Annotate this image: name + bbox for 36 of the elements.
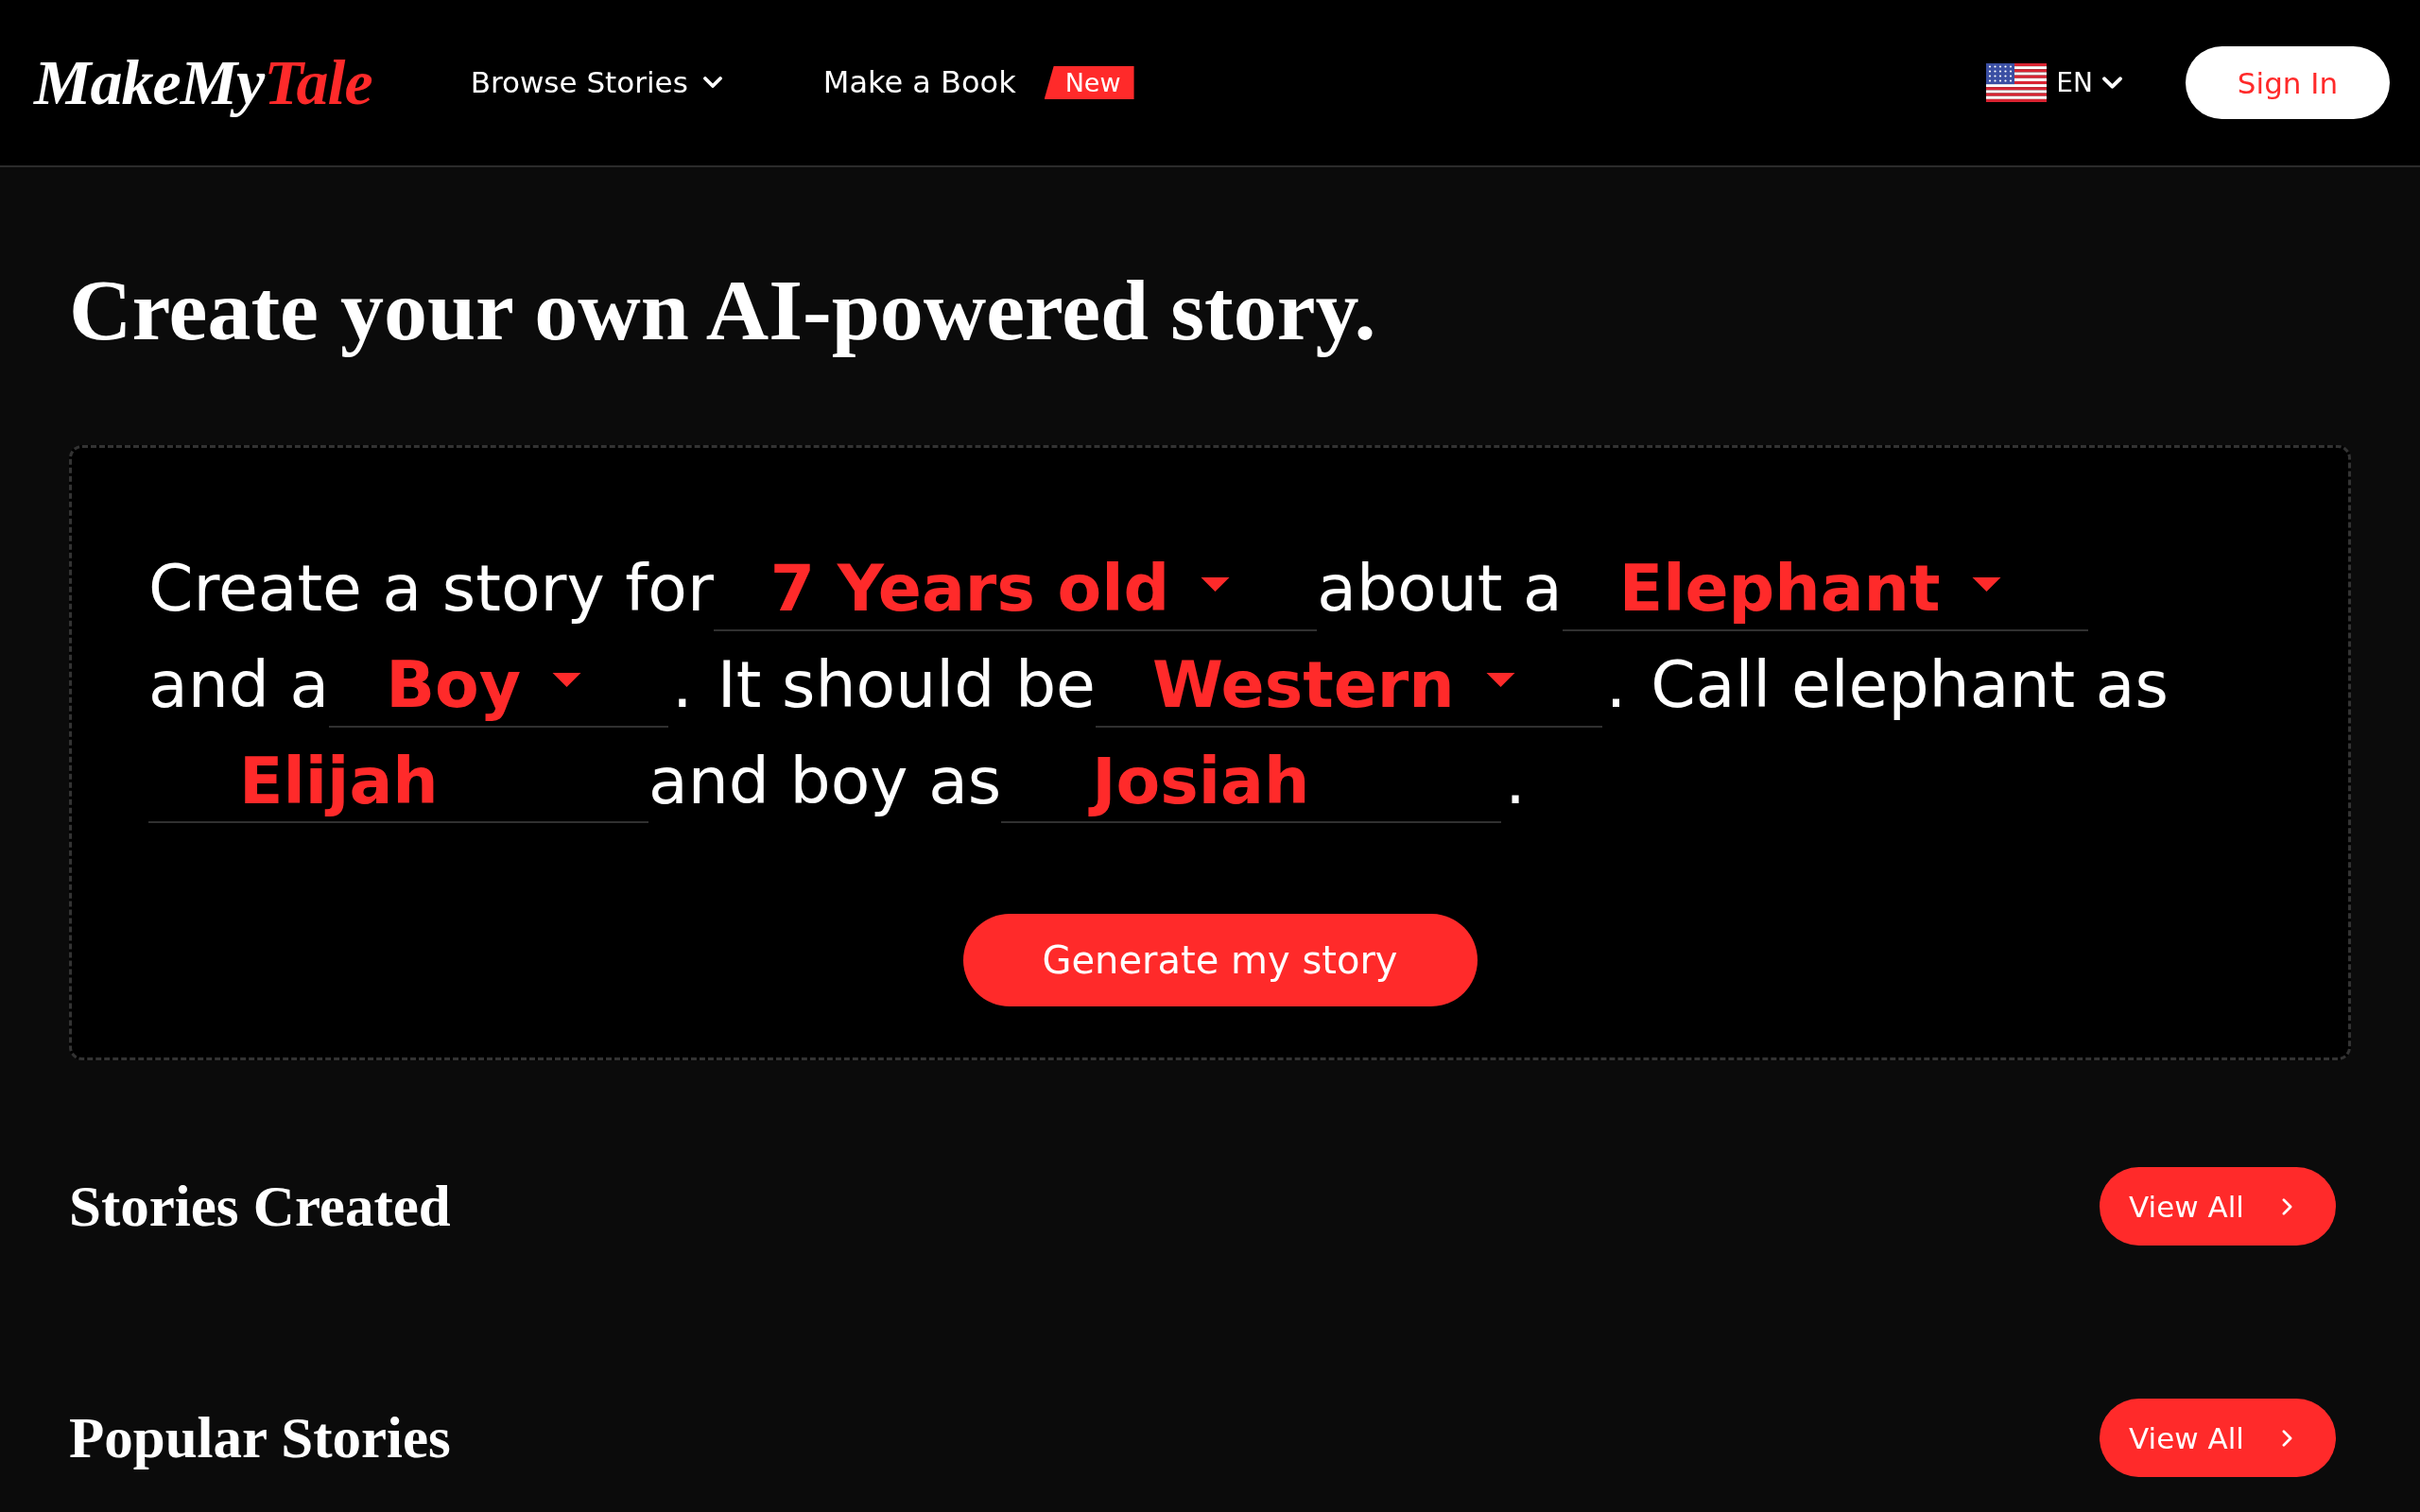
prompt-text: and boy as — [648, 742, 1002, 820]
name-input[interactable]: Josiah — [1001, 742, 1502, 824]
prompt-text: and a — [148, 646, 330, 724]
dropdown-select[interactable]: Elephant — [1562, 550, 2088, 631]
page-title: Create your own AI-powered story. — [69, 261, 1376, 360]
view-all-button[interactable]: View All — [2100, 1399, 2336, 1478]
new-badge: New — [1044, 66, 1134, 99]
caret-down-icon — [1485, 673, 1515, 688]
section-title: Popular Stories — [69, 1405, 451, 1472]
caret-down-icon — [1201, 576, 1231, 592]
logo[interactable]: MakeMyTale — [34, 45, 372, 120]
name-input[interactable]: Elijah — [148, 742, 648, 824]
chevron-right-icon — [2281, 1429, 2292, 1447]
dropdown-select[interactable]: 7 Years old — [713, 550, 1318, 631]
chevron-down-icon — [2102, 77, 2122, 89]
chevron-down-icon — [702, 77, 722, 89]
caret-down-icon — [1971, 576, 2001, 592]
prompt-text: . — [1505, 742, 1526, 820]
nav-dropdown[interactable]: Browse Stories — [470, 64, 722, 101]
language-selector[interactable]: EN — [1986, 63, 2122, 102]
dropdown-select[interactable]: Western — [1095, 646, 1602, 728]
section-title: Stories Created — [69, 1174, 451, 1241]
view-all-button[interactable]: View All — [2100, 1167, 2336, 1246]
prompt-text: It should be — [717, 646, 1096, 724]
dropdown-select[interactable]: Boy — [329, 646, 669, 728]
caret-down-icon — [552, 673, 582, 688]
prompt-text: . — [672, 646, 693, 724]
generate-button[interactable]: Generate my story — [962, 914, 1478, 1007]
prompt-text: Call elephant as — [1651, 646, 2169, 724]
prompt-text: . — [1605, 646, 1627, 724]
flag-icon — [1986, 63, 2048, 102]
prompt-text: about a — [1317, 550, 1563, 627]
chevron-right-icon — [2281, 1197, 2292, 1215]
nav-link[interactable]: Make a Book — [822, 64, 1016, 101]
prompt-text: Create a story for — [148, 550, 714, 627]
sign-in-button[interactable]: Sign In — [2186, 46, 2390, 119]
